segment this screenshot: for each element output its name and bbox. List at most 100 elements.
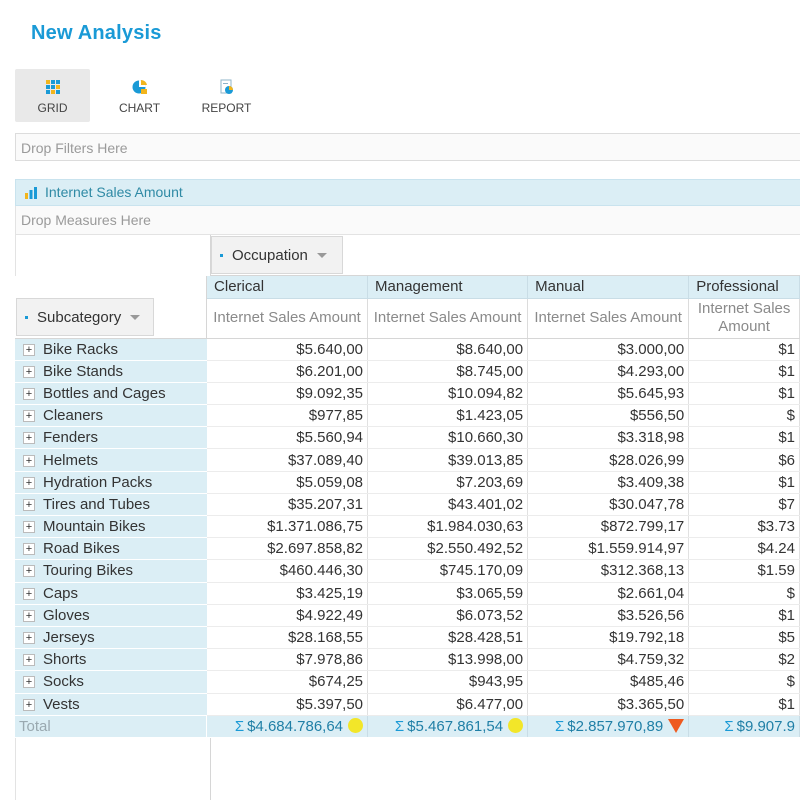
data-cell[interactable]: $1.984.030,63 — [367, 515, 529, 539]
row-header[interactable]: + Touring Bikes — [15, 559, 207, 583]
expand-icon[interactable]: + — [23, 543, 35, 556]
data-cell[interactable]: $ — [688, 582, 800, 605]
data-cell[interactable]: $3.526,56 — [527, 604, 690, 627]
row-header[interactable]: + Hydration Packs — [15, 471, 207, 494]
data-cell[interactable]: $745.170,09 — [367, 559, 529, 583]
data-cell[interactable]: $460.446,30 — [206, 559, 369, 583]
expand-icon[interactable]: + — [23, 498, 35, 511]
grid-view-button[interactable]: GRID — [15, 69, 90, 122]
row-header[interactable]: + Bike Stands — [15, 360, 207, 383]
data-cell[interactable]: $10.660,30 — [367, 426, 529, 450]
data-cell[interactable]: $2.550.492,52 — [367, 537, 529, 561]
data-cell[interactable]: $7.978,86 — [206, 648, 369, 672]
data-cell[interactable]: $30.047,78 — [527, 493, 690, 517]
data-cell[interactable]: $5.560,94 — [206, 426, 369, 450]
data-cell[interactable]: $43.401,02 — [367, 493, 529, 517]
row-header[interactable]: + Gloves — [15, 604, 207, 627]
data-cell[interactable]: $3.73 — [688, 515, 800, 539]
total-cell[interactable]: Σ $5.467.861,54 — [367, 715, 529, 738]
data-cell[interactable]: $1.423,05 — [367, 404, 529, 428]
total-cell[interactable]: Σ $9.907.9 — [688, 715, 800, 738]
data-cell[interactable]: $ — [688, 404, 800, 428]
data-cell[interactable]: $943,95 — [367, 670, 529, 694]
row-header[interactable]: + Cleaners — [15, 404, 207, 428]
row-header[interactable]: + Bottles and Cages — [15, 382, 207, 406]
data-cell[interactable]: $3.065,59 — [367, 582, 529, 605]
data-cell[interactable]: $1 — [688, 693, 800, 716]
data-cell[interactable]: $3.365,50 — [527, 693, 690, 716]
occupation-field-pill[interactable]: Occupation — [211, 236, 343, 274]
row-header[interactable]: + Helmets — [15, 448, 207, 472]
chevron-down-icon[interactable] — [316, 252, 327, 258]
data-cell[interactable]: $674,25 — [206, 670, 369, 694]
expand-icon[interactable]: + — [23, 410, 35, 423]
data-cell[interactable]: $3.318,98 — [527, 426, 690, 450]
data-cell[interactable]: $872.799,17 — [527, 515, 690, 539]
data-cell[interactable]: $5.059,08 — [206, 471, 369, 494]
data-cell[interactable]: $4.922,49 — [206, 604, 369, 627]
row-header[interactable]: + Road Bikes — [15, 537, 207, 561]
data-cell[interactable]: $4.24 — [688, 537, 800, 561]
data-cell[interactable]: $1.59 — [688, 559, 800, 583]
data-cell[interactable]: $10.094,82 — [367, 382, 529, 406]
data-cell[interactable]: $1 — [688, 604, 800, 627]
data-cell[interactable]: $1 — [688, 382, 800, 406]
chart-view-button[interactable]: CHART — [102, 69, 177, 122]
expand-icon[interactable]: + — [23, 343, 35, 356]
column-header-occupation[interactable]: Manual — [527, 276, 690, 299]
data-cell[interactable]: $4.293,00 — [527, 360, 690, 383]
data-cell[interactable]: $1 — [688, 426, 800, 450]
expand-icon[interactable]: + — [23, 654, 35, 667]
expand-icon[interactable]: + — [23, 387, 35, 400]
chevron-down-icon[interactable] — [130, 314, 141, 320]
data-cell[interactable]: $6.477,00 — [367, 693, 529, 716]
data-cell[interactable]: $312.368,13 — [527, 559, 690, 583]
data-cell[interactable]: $39.013,85 — [367, 448, 529, 472]
expand-icon[interactable]: + — [23, 476, 35, 489]
total-cell[interactable]: Σ $4.684.786,64 — [206, 715, 369, 738]
data-cell[interactable]: $ — [688, 670, 800, 694]
row-header[interactable]: + Tires and Tubes — [15, 493, 207, 517]
expand-icon[interactable]: + — [23, 698, 35, 711]
data-cell[interactable]: $28.026,99 — [527, 448, 690, 472]
row-header[interactable]: + Fenders — [15, 426, 207, 450]
expand-icon[interactable]: + — [23, 632, 35, 645]
data-cell[interactable]: $5.397,50 — [206, 693, 369, 716]
data-cell[interactable]: $1 — [688, 360, 800, 383]
data-cell[interactable]: $19.792,18 — [527, 626, 690, 650]
data-cell[interactable]: $2.697.858,82 — [206, 537, 369, 561]
data-cell[interactable]: $2 — [688, 648, 800, 672]
measures-drop-zone[interactable]: Drop Measures Here — [15, 206, 800, 235]
data-cell[interactable]: $3.409,38 — [527, 471, 690, 494]
row-header[interactable]: + Socks — [15, 670, 207, 694]
data-cell[interactable]: $5 — [688, 626, 800, 650]
data-cell[interactable]: $1 — [688, 471, 800, 494]
data-cell[interactable]: $5.645,93 — [527, 382, 690, 406]
data-cell[interactable]: $3.000,00 — [527, 338, 690, 361]
data-cell[interactable]: $1.559.914,97 — [527, 537, 690, 561]
column-header-occupation[interactable]: Professional — [688, 276, 800, 299]
total-cell[interactable]: Σ $2.857.970,89 — [527, 715, 690, 738]
expand-icon[interactable]: + — [23, 609, 35, 622]
data-cell[interactable]: $7 — [688, 493, 800, 517]
data-cell[interactable]: $6.073,52 — [367, 604, 529, 627]
expand-icon[interactable]: + — [23, 676, 35, 689]
row-header[interactable]: + Vests — [15, 693, 207, 716]
measures-bar[interactable]: Internet Sales Amount — [15, 179, 800, 206]
row-header[interactable]: + Caps — [15, 582, 207, 605]
data-cell[interactable]: $35.207,31 — [206, 493, 369, 517]
expand-icon[interactable]: + — [23, 587, 35, 600]
row-header[interactable]: + Shorts — [15, 648, 207, 672]
expand-icon[interactable]: + — [23, 454, 35, 467]
expand-icon[interactable]: + — [23, 365, 35, 378]
expand-icon[interactable]: + — [23, 565, 35, 578]
data-cell[interactable]: $7.203,69 — [367, 471, 529, 494]
data-cell[interactable]: $4.759,32 — [527, 648, 690, 672]
data-cell[interactable]: $3.425,19 — [206, 582, 369, 605]
data-cell[interactable]: $37.089,40 — [206, 448, 369, 472]
subcategory-field-pill[interactable]: Subcategory — [16, 298, 154, 336]
data-cell[interactable]: $977,85 — [206, 404, 369, 428]
data-cell[interactable]: $5.640,00 — [206, 338, 369, 361]
report-view-button[interactable]: REPORT — [189, 69, 264, 122]
data-cell[interactable]: $2.661,04 — [527, 582, 690, 605]
